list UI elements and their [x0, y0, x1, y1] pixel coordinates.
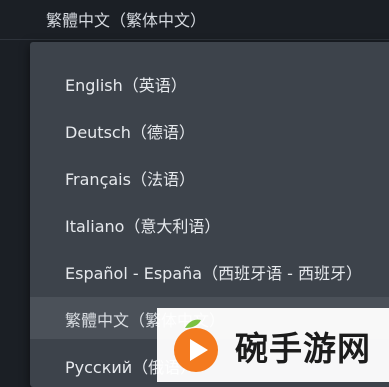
language-option-label: English（英语） — [65, 76, 187, 95]
watermark: 碗手游网 — [157, 308, 389, 382]
watermark-text: 碗手游网 — [235, 329, 371, 368]
language-option-german[interactable]: Deutsch（德语） — [30, 109, 389, 151]
language-option-label: Italiano（意大利语） — [65, 217, 221, 236]
orange-play-logo-icon — [174, 319, 218, 372]
language-option-label: Deutsch（德语） — [65, 123, 195, 142]
language-option-label: Français（法语） — [65, 170, 195, 189]
language-select-value: 繁體中文（繁体中文） — [46, 11, 207, 30]
language-select[interactable]: 繁體中文（繁体中文） — [0, 0, 389, 40]
language-option-english[interactable]: English（英语） — [30, 62, 389, 104]
language-option-french[interactable]: Français（法语） — [30, 156, 389, 198]
language-option-spanish-spain[interactable]: Español - España（西班牙语 - 西班牙） — [30, 250, 389, 292]
language-option-label: Español - España（西班牙语 - 西班牙） — [65, 264, 363, 283]
language-option-italian[interactable]: Italiano（意大利语） — [30, 203, 389, 245]
